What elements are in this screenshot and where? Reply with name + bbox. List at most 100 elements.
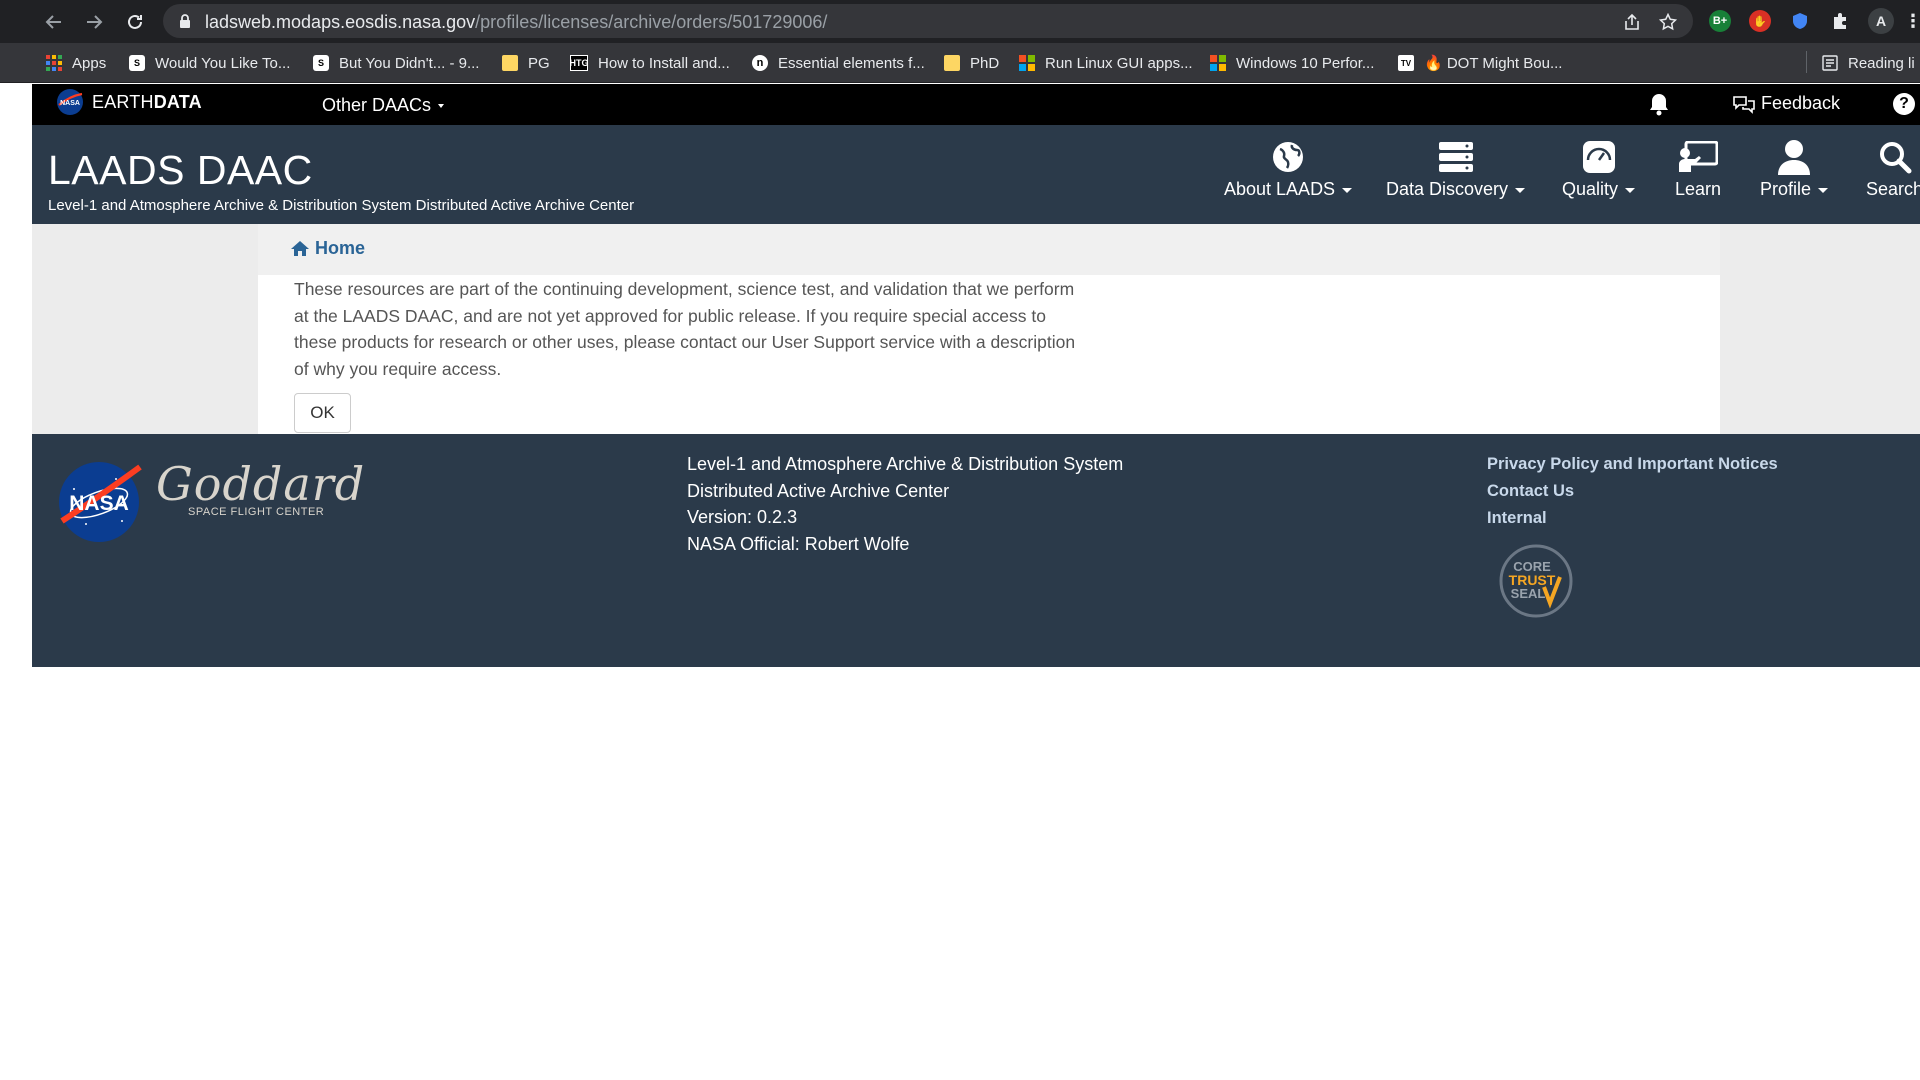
goddard-logo[interactable]: Goddard SPACE FLIGHT CENTER [156,460,365,518]
share-icon[interactable] [1623,13,1641,31]
footer-links: Privacy Policy and Important Notices Con… [1487,451,1778,532]
internal-link[interactable]: Internal [1487,505,1778,532]
shield-extension-icon[interactable] [1789,10,1811,32]
other-daacs-dropdown[interactable]: Other DAACs [322,95,445,116]
reading-list-button[interactable]: Reading li [1822,53,1915,73]
breadcrumb-home-label: Home [315,238,366,258]
site-footer: NASA Goddard SPACE FLIGHT CENTER Level-1… [32,434,1920,667]
goddard-script: Goddard [156,457,366,511]
nav-label: Search [1866,179,1920,199]
ok-button[interactable]: OK [294,393,351,433]
footer-system-name: Level-1 and Atmosphere Archive & Distrib… [687,454,1124,474]
main-content: Home These resources are part of the con… [258,224,1720,434]
nav-quality[interactable]: Quality [1562,139,1636,200]
help-icon[interactable]: ? [1893,93,1915,115]
globe-icon [1272,139,1304,175]
bookmark-label: How to Install and... [598,54,730,72]
breadcrumb-home-link[interactable]: Home [290,238,365,259]
htg-favicon: HTG [570,55,589,71]
reload-icon[interactable] [121,8,149,36]
nav-about-laads[interactable]: About LAADS [1224,139,1353,200]
bookmark-item[interactable]: S But You Didn't... - 9... [313,53,479,73]
reading-list-label: Reading li [1848,54,1915,72]
url-text: ladsweb.modaps.eosdis.nasa.gov/profiles/… [205,12,827,33]
bookmark-item[interactable]: Windows 10 Perfor... [1210,53,1374,73]
home-icon [291,241,309,256]
bookmark-label: 🔥 DOT Might Bou... [1424,55,1563,72]
bookmark-folder-pg[interactable]: PG [502,53,550,73]
bookmark-favicon: S [129,55,145,71]
nasa-logo[interactable]: NASA [56,459,142,545]
chevron-down-icon [1818,187,1829,193]
extension-badge-icon[interactable]: B+ [1709,10,1731,32]
site-title[interactable]: LAADS DAAC [48,147,313,194]
back-icon[interactable] [40,8,68,36]
folder-icon [502,55,518,71]
nav-search[interactable]: Search [1866,139,1920,200]
gauge-icon [1582,139,1616,175]
chevron-down-icon [438,104,445,109]
user-icon [1777,139,1811,175]
server-stack-icon [1438,139,1474,175]
forward-icon[interactable] [80,8,108,36]
feedback-button[interactable]: Feedback [1732,93,1840,114]
bookmark-label: Run Linux GUI apps... [1045,54,1193,72]
nav-data-discovery[interactable]: Data Discovery [1386,139,1526,200]
nav-label: Quality [1562,179,1619,199]
microsoft-icon [1019,55,1035,71]
profile-initial: A [1875,13,1887,29]
nav-label: Data Discovery [1386,179,1509,199]
contact-us-link[interactable]: Contact Us [1487,478,1778,505]
bookmark-item[interactable]: S Would You Like To... [129,53,290,73]
bookmark-label: Apps [72,54,107,72]
menu-kebab-icon[interactable]: ⋮ [1902,10,1920,32]
chevron-down-icon [1515,187,1526,193]
url-path: /profiles/licenses/archive/orders/501729… [475,12,828,32]
other-daacs-label: Other DAACs [322,95,432,115]
microsoft-icon [1210,55,1226,71]
svg-text:NASA: NASA [60,100,80,107]
footer-official: NASA Official: Robert Wolfe [687,533,910,554]
core-trust-seal-logo[interactable]: CORE TRUST SEAL [1498,543,1574,619]
bookmark-folder-phd[interactable]: PhD [944,53,999,73]
earthdata-home-link[interactable]: NASA EARTHDATA [56,88,202,116]
bookmark-item[interactable]: TV 🔥 DOT Might Bou... [1398,53,1562,73]
nav-profile[interactable]: Profile [1760,139,1829,200]
bookmarks-divider [1806,51,1807,73]
nasa-meatball-icon: NASA [57,89,83,115]
bookmark-favicon: TV [1398,55,1414,71]
puzzle-extensions-icon[interactable] [1829,10,1851,32]
bookmark-item[interactable]: HTG How to Install and... [570,53,730,73]
bookmark-label: But You Didn't... - 9... [339,54,480,72]
url-bar[interactable]: ladsweb.modaps.eosdis.nasa.gov/profiles/… [163,4,1693,38]
notification-bell-icon[interactable] [1648,92,1670,116]
profile-avatar[interactable]: A [1868,8,1894,34]
star-bookmark-icon[interactable] [1659,13,1677,31]
presentation-icon [1678,139,1719,175]
restricted-access-notice: These resources are part of the continui… [294,279,1076,379]
reading-list-icon [1822,55,1838,71]
apps-grid-icon [46,55,62,71]
breadcrumb: Home [258,224,1720,275]
site-header: LAADS DAAC Level-1 and Atmosphere Archiv… [32,125,1920,224]
nav-label: Profile [1760,179,1812,199]
browser-toolbar: ladsweb.modaps.eosdis.nasa.gov/profiles/… [0,0,1920,43]
chevron-down-icon [1342,187,1353,193]
folder-icon [944,55,960,71]
url-host: ladsweb.modaps.eosdis.nasa.gov [205,12,476,32]
nav-label: About LAADS [1224,179,1336,199]
bookmark-label: PhD [970,54,1000,72]
extension-badge-text: B+ [1712,15,1728,27]
nav-label: Learn [1675,179,1722,199]
adblock-extension-icon[interactable]: ✋ [1749,10,1771,32]
bookmark-item[interactable]: Run Linux GUI apps... [1019,53,1193,73]
bookmark-apps[interactable]: Apps [46,53,106,73]
nav-learn[interactable]: Learn [1675,139,1721,200]
footer-version: Version: 0.2.3 [687,507,798,527]
bookmark-item[interactable]: n Essential elements f... [752,53,925,73]
bookmark-label: Windows 10 Perfor... [1236,54,1375,72]
privacy-policy-link[interactable]: Privacy Policy and Important Notices [1487,451,1778,478]
feedback-label: Feedback [1761,93,1841,113]
svg-text:NASA: NASA [69,492,129,515]
footer-center-name: Distributed Active Archive Center [687,480,950,501]
